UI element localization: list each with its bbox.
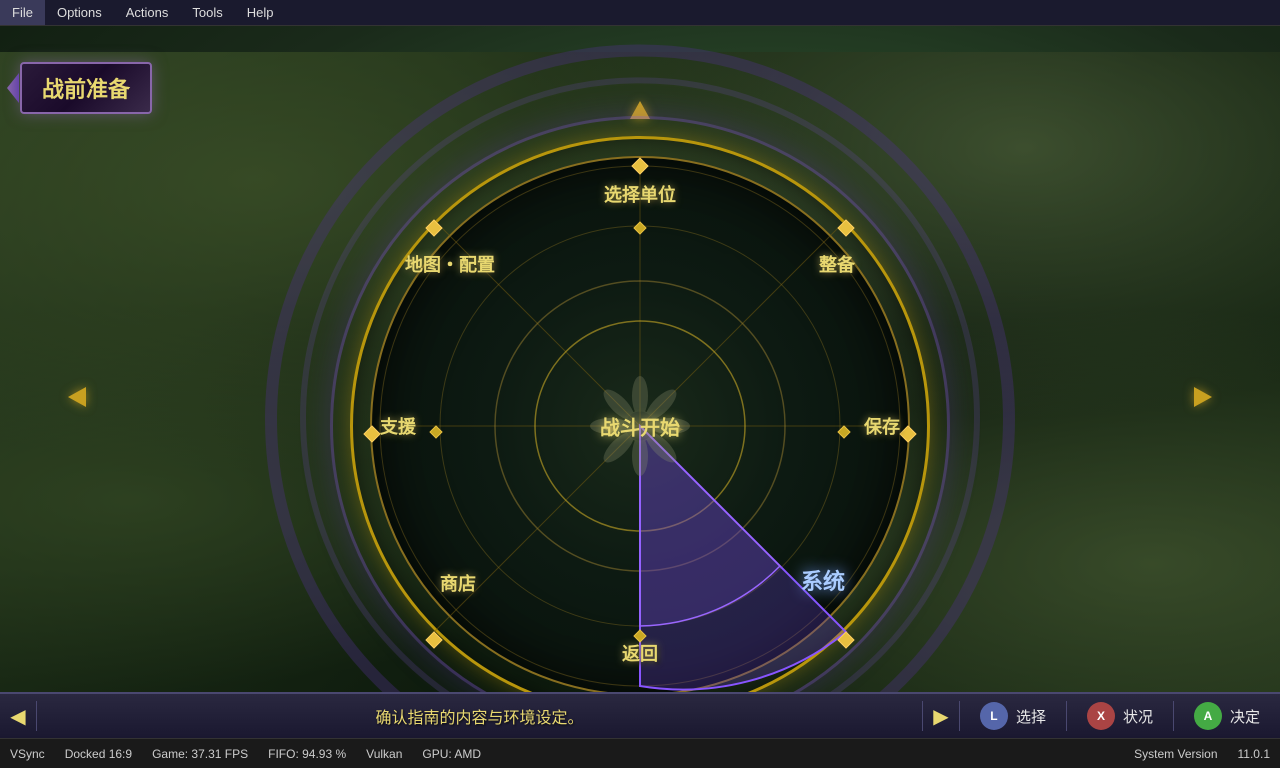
gpu-text: GPU: AMD: [422, 747, 481, 761]
menu-item-select-unit[interactable]: 选择单位: [604, 181, 676, 207]
select-label: 选择: [1016, 706, 1046, 727]
menu-options[interactable]: Options: [45, 0, 114, 25]
gold-arrow-right: [1194, 387, 1212, 407]
menu-tools[interactable]: Tools: [180, 0, 234, 25]
menu-help[interactable]: Help: [235, 0, 286, 25]
game-background: 战前准备: [0, 26, 1280, 768]
a-icon: A: [1194, 702, 1222, 730]
title-banner: 战前准备: [20, 62, 152, 114]
radial-menu: ✦ ✦ 选择单位 整备 地图・配置: [350, 136, 930, 716]
gold-arrow-left: [68, 387, 86, 407]
message-area: 确认指南的内容与环境设定。: [37, 704, 922, 728]
message-text: 确认指南的内容与环境设定。: [375, 710, 583, 727]
status-label: 状况: [1123, 706, 1153, 727]
status-bar: VSync Docked 16:9 Game: 37.31 FPS FIFO: …: [0, 738, 1280, 768]
menu-center-button[interactable]: 战斗开始: [600, 412, 680, 441]
api-text: Vulkan: [366, 747, 402, 761]
menu-bar: File Options Actions Tools Help: [0, 0, 1280, 26]
version-text: 11.0.1: [1238, 747, 1270, 761]
menu-item-save[interactable]: 保存: [864, 413, 900, 439]
menu-file[interactable]: File: [0, 0, 45, 25]
l-icon: L: [980, 702, 1008, 730]
confirm-label: 决定: [1230, 706, 1260, 727]
vsync-text: VSync: [10, 747, 45, 761]
version-label: System Version: [1134, 747, 1217, 761]
menu-item-return[interactable]: 返回: [622, 640, 658, 666]
x-icon: X: [1087, 702, 1115, 730]
menu-item-shop[interactable]: 商店: [440, 570, 476, 596]
fifo-text: FIFO: 94.93 %: [268, 747, 346, 761]
fps-text: Game: 37.31 FPS: [152, 747, 248, 761]
action-btn-confirm[interactable]: A 决定: [1174, 702, 1280, 730]
title-text: 战前准备: [42, 77, 130, 102]
gold-arrow-top: [630, 101, 650, 119]
menu-item-system[interactable]: 系统: [801, 564, 845, 596]
action-btn-status[interactable]: X 状况: [1067, 702, 1173, 730]
menu-actions[interactable]: Actions: [114, 0, 181, 25]
ratio-text: Docked 16:9: [65, 747, 132, 761]
menu-item-support[interactable]: 支援: [380, 413, 416, 439]
menu-item-map-config[interactable]: 地图・配置: [405, 251, 495, 277]
next-arrow[interactable]: ▶: [923, 698, 959, 734]
action-btn-select[interactable]: L 选择: [960, 702, 1066, 730]
menu-item-equip[interactable]: 整备: [819, 251, 855, 277]
action-bar: ◀ 确认指南的内容与环境设定。 ▶ L 选择 X 状况 A 决定: [0, 692, 1280, 738]
prev-arrow[interactable]: ◀: [0, 698, 36, 734]
